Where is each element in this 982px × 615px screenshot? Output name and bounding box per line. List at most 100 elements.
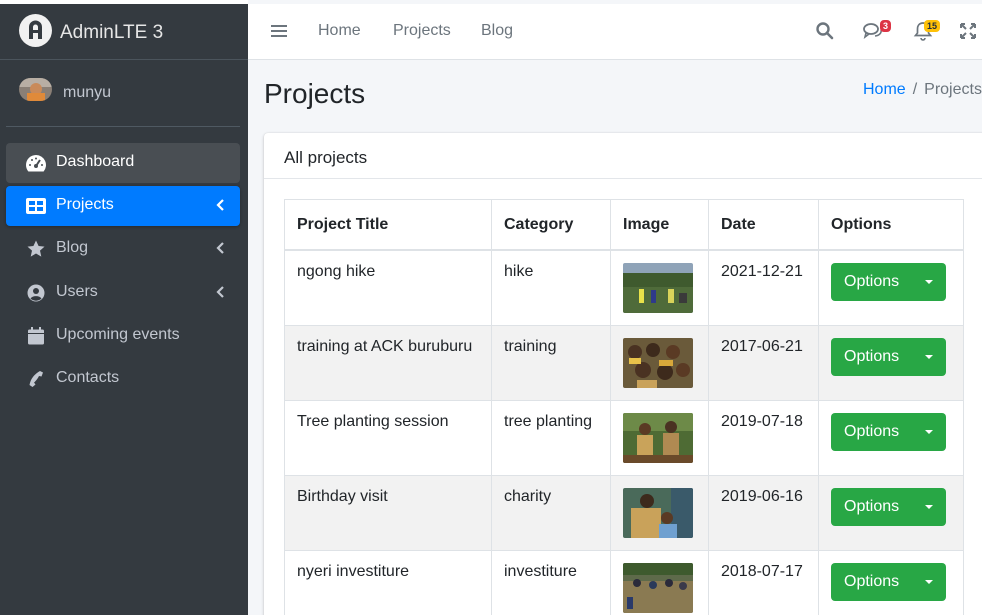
projects-table: Project Title Category Image Date Option…	[284, 199, 964, 615]
sidebar-item-upcoming-events[interactable]: Upcoming events	[6, 316, 240, 356]
sidebar-item-label: Blog	[56, 239, 89, 256]
project-thumbnail[interactable]	[623, 412, 693, 463]
topnav-link-blog[interactable]: Blog	[481, 22, 513, 40]
options-button-label: Options	[844, 497, 900, 515]
table-icon	[26, 198, 46, 214]
tachometer-icon	[26, 155, 47, 172]
table-row: ngong hike hike 2021-12-21 Options	[284, 249, 964, 326]
table-row: Tree planting session tree planting 2019…	[284, 399, 964, 476]
project-title-cell: ngong hike	[284, 249, 492, 326]
sidebar-item-users[interactable]: Users	[6, 273, 240, 313]
options-dropdown-button[interactable]: Options	[831, 337, 946, 376]
menu-toggle-icon[interactable]	[271, 24, 287, 38]
sidebar-item-label: Upcoming events	[56, 326, 180, 343]
card-title: All projects	[284, 148, 368, 167]
caret-down-icon	[925, 279, 933, 284]
category-cell: investiture	[491, 549, 611, 615]
options-button-label: Options	[844, 272, 900, 290]
messages-badge: 3	[880, 20, 892, 32]
project-thumbnail[interactable]	[623, 337, 693, 388]
options-cell: Options	[818, 549, 964, 615]
sidebar-item-label: Users	[56, 283, 98, 300]
image-cell	[610, 399, 709, 476]
breadcrumb-home-link[interactable]: Home	[863, 81, 906, 98]
options-dropdown-button[interactable]: Options	[831, 262, 946, 301]
column-header-category: Category	[491, 199, 611, 251]
date-cell: 2017-06-21	[708, 324, 819, 401]
sidebar-divider	[6, 126, 240, 127]
table-row: nyeri investiture investiture 2018-07-17	[284, 549, 964, 615]
category-cell: hike	[491, 249, 611, 326]
phone-icon	[29, 371, 43, 387]
options-button-label: Options	[844, 572, 900, 590]
sidebar-item-label: Dashboard	[56, 153, 135, 170]
project-title-cell: training at ACK buruburu	[284, 324, 492, 401]
user-name[interactable]: munyu	[63, 84, 111, 102]
fullscreen-icon[interactable]	[958, 21, 978, 41]
date-cell: 2021-12-21	[708, 249, 819, 326]
topnav-link-home[interactable]: Home	[318, 22, 361, 40]
project-thumbnail[interactable]	[623, 487, 693, 538]
sidebar-item-label: Contacts	[56, 369, 120, 386]
project-title-cell: nyeri investiture	[284, 549, 492, 615]
breadcrumb-separator: /	[912, 81, 918, 98]
sidebar-item-blog[interactable]: Blog	[6, 229, 240, 269]
topnav-link-projects[interactable]: Projects	[393, 22, 451, 40]
table-row: training at ACK buruburu training 2017-0…	[284, 324, 964, 401]
star-icon	[27, 240, 45, 257]
column-header-options: Options	[818, 199, 964, 251]
user-circle-icon	[27, 284, 45, 302]
options-cell: Options	[818, 249, 964, 326]
breadcrumb: Home / Projects	[863, 81, 982, 99]
image-cell	[610, 549, 709, 615]
project-title-cell: Tree planting session	[284, 399, 492, 476]
caret-down-icon	[925, 504, 933, 509]
card-header: All projects	[264, 133, 982, 179]
notifications-badge: 15	[924, 20, 941, 32]
caret-down-icon	[925, 429, 933, 434]
options-button-label: Options	[844, 422, 900, 440]
column-header-date: Date	[708, 199, 819, 251]
user-panel: munyu	[0, 60, 248, 127]
date-cell: 2018-07-17	[708, 549, 819, 615]
project-thumbnail[interactable]	[623, 562, 693, 613]
date-cell: 2019-07-18	[708, 399, 819, 476]
options-cell: Options	[818, 399, 964, 476]
column-header-image: Image	[610, 199, 709, 251]
search-icon[interactable]	[815, 21, 835, 41]
chevron-left-icon	[216, 199, 224, 211]
date-cell: 2019-06-16	[708, 474, 819, 551]
category-cell: training	[491, 324, 611, 401]
sidebar-item-contacts[interactable]: Contacts	[6, 359, 240, 399]
options-button-label: Options	[844, 347, 900, 365]
table-header-row: Project Title Category Image Date Option…	[284, 199, 964, 251]
caret-down-icon	[925, 354, 933, 359]
category-cell: charity	[491, 474, 611, 551]
sidebar-item-label: Projects	[56, 196, 114, 213]
project-thumbnail[interactable]	[623, 262, 693, 313]
breadcrumb-current: Projects	[924, 81, 982, 98]
category-cell: tree planting	[491, 399, 611, 476]
brand-text: AdminLTE 3	[60, 22, 164, 43]
sidebar-item-dashboard[interactable]: Dashboard	[6, 143, 240, 183]
options-cell: Options	[818, 474, 964, 551]
options-cell: Options	[818, 324, 964, 401]
brand-link[interactable]: AdminLTE 3	[0, 4, 248, 60]
options-dropdown-button[interactable]: Options	[831, 412, 946, 451]
page-title: Projects	[264, 78, 366, 109]
content-wrapper: Projects Home / Projects All projects Proj…	[248, 60, 982, 615]
top-navbar: Home Projects Blog 3 15	[248, 0, 982, 60]
options-dropdown-button[interactable]: Options	[831, 562, 946, 601]
calendar-icon	[28, 327, 44, 345]
sidebar-item-projects[interactable]: Projects	[6, 186, 240, 226]
column-header-project-title: Project Title	[284, 199, 492, 251]
options-dropdown-button[interactable]: Options	[831, 487, 946, 526]
chevron-left-icon	[216, 242, 224, 254]
navbar-top-strip	[248, 0, 982, 4]
chevron-left-icon	[216, 286, 224, 298]
user-avatar[interactable]	[19, 78, 52, 101]
caret-down-icon	[925, 579, 933, 584]
adminlte-logo-icon	[19, 14, 52, 47]
image-cell	[610, 324, 709, 401]
main-sidebar: AdminLTE 3 munyu Dashboard Projects Blog…	[0, 0, 248, 615]
